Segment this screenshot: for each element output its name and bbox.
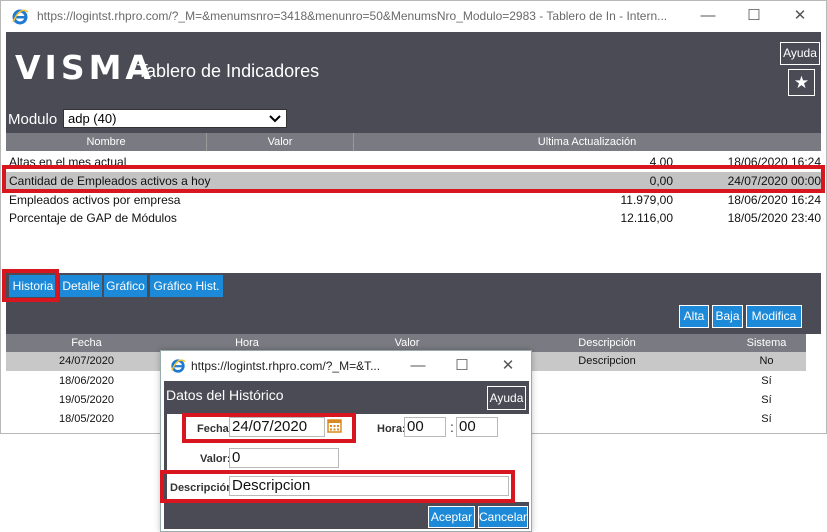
app-header: VISMA Tablero de Indicadores Ayuda ★: [6, 32, 821, 109]
highlight-box: [160, 470, 515, 503]
highlight-box: [2, 165, 825, 193]
history-system: Sí: [761, 375, 772, 387]
history-system: Sí: [761, 413, 772, 425]
column-header: Valor: [394, 337, 420, 349]
module-label: Modulo: [8, 111, 58, 128]
module-select-value: adp (40): [68, 111, 117, 126]
minimize-button[interactable]: —: [691, 4, 725, 28]
hora-hours-field[interactable]: 00: [404, 417, 446, 437]
dialog-body: Datos del Histórico Ayuda Fecha: 24/07/2…: [164, 381, 529, 529]
column-header: Descripción: [578, 337, 636, 349]
history-date: 18/06/2020: [58, 375, 115, 387]
highlight-box: [2, 269, 59, 302]
visma-logo: VISMA: [15, 48, 155, 87]
tab-bar: Historia Detalle Gráfico Gráfico Hist.: [6, 273, 821, 300]
dialog-heading: Datos del Histórico: [166, 387, 284, 403]
maximize-button[interactable]: ☐: [737, 4, 771, 28]
history-system: Sí: [761, 394, 772, 406]
maximize-button[interactable]: ☐: [445, 354, 479, 378]
baja-button[interactable]: Baja: [712, 305, 743, 328]
favorite-star-icon[interactable]: ★: [788, 69, 815, 96]
column-header: Ultima Actualización: [537, 136, 637, 148]
hora-label: Hora:: [377, 423, 406, 435]
ie-icon: [171, 359, 186, 373]
history-date: 19/05/2020: [58, 394, 115, 406]
indicator-name: Porcentaje de GAP de Módulos: [9, 211, 177, 225]
history-date: 18/05/2020: [58, 413, 115, 425]
tab-grafico-hist[interactable]: Gráfico Hist.: [150, 275, 223, 297]
module-row: Modulo adp (40): [6, 109, 821, 133]
column-header: Hora: [235, 337, 259, 349]
column-header: Nombre: [86, 136, 126, 148]
indicator-name: Empleados activos por empresa: [9, 193, 181, 207]
valor-field[interactable]: 0: [229, 448, 339, 468]
table-row[interactable]: Porcentaje de GAP de Módulos 12.116,00 1…: [6, 209, 821, 227]
close-button[interactable]: ✕: [783, 4, 817, 28]
history-toolbar: Alta Baja Modifica: [6, 300, 821, 334]
tab-grafico[interactable]: Gráfico: [104, 275, 147, 297]
table-row[interactable]: Empleados activos por empresa 11.979,00 …: [6, 191, 821, 209]
aceptar-button[interactable]: Aceptar: [428, 506, 475, 528]
indicator-value: 11.979,00: [620, 193, 674, 207]
window-titlebar: https://logintst.rhpro.com/?_M=&menumsnr…: [1, 1, 826, 32]
dialog-titlebar: https://logintst.rhpro.com/?_M=&T... — ☐…: [161, 351, 531, 381]
modifica-button[interactable]: Modifica: [746, 305, 802, 328]
indicator-date: 18/05/2020 23:40: [727, 211, 821, 225]
indicator-value: 12.116,00: [620, 211, 674, 225]
window-title: https://logintst.rhpro.com/?_M=&menumsnr…: [37, 9, 668, 23]
close-button[interactable]: ✕: [491, 354, 525, 378]
indicator-date: 18/06/2020 16:24: [727, 193, 821, 207]
highlight-box: [182, 413, 356, 443]
history-date: 24/07/2020: [58, 355, 115, 367]
module-select[interactable]: adp (40): [63, 109, 287, 128]
alta-button[interactable]: Alta: [679, 305, 709, 328]
history-system: No: [759, 355, 774, 367]
chevron-down-icon: [268, 110, 282, 133]
column-header: Fecha: [71, 337, 102, 349]
minimize-button[interactable]: —: [401, 354, 435, 378]
column-header: Valor: [206, 133, 354, 151]
column-header: Sistema: [746, 337, 787, 349]
page-title: Tablero de Indicadores: [137, 61, 320, 81]
hora-separator: :: [450, 419, 454, 435]
cancelar-button[interactable]: Cancelar: [478, 506, 528, 528]
ie-icon: [12, 9, 29, 25]
tab-detalle[interactable]: Detalle: [60, 275, 102, 297]
valor-label: Valor:: [200, 453, 231, 465]
help-button[interactable]: Ayuda: [780, 42, 820, 65]
hora-minutes-field[interactable]: 00: [456, 417, 498, 437]
dialog-title: https://logintst.rhpro.com/?_M=&T...: [191, 359, 381, 373]
help-button[interactable]: Ayuda: [487, 386, 526, 410]
indicators-header: Nombre Valor Ultima Actualización: [6, 133, 821, 151]
